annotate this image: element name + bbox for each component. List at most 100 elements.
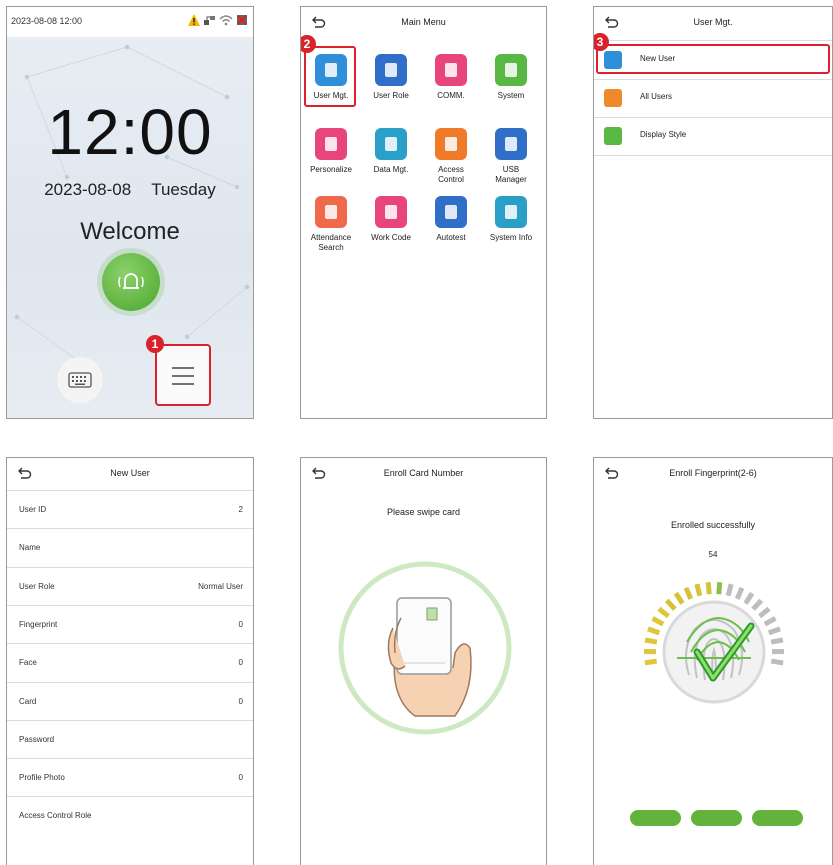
menu-button[interactable] xyxy=(155,344,211,406)
menu-item-label: Work Code xyxy=(371,233,411,242)
field-label: Access Control Role xyxy=(19,811,92,821)
header: User Mgt. xyxy=(594,7,832,39)
list-item-label: Display Style xyxy=(640,130,687,139)
selection-highlight xyxy=(304,46,356,107)
gauge-tick xyxy=(763,616,777,627)
fingerprint-gauge xyxy=(643,582,785,704)
list-item-label: All Users xyxy=(640,92,673,101)
quality-score: 54 xyxy=(708,550,718,559)
gauge-tick xyxy=(657,606,670,619)
header: New User xyxy=(7,458,253,490)
menu-item-label: USB Manager xyxy=(495,165,527,184)
menu-item-monitor[interactable]: System Info xyxy=(481,196,541,243)
field-password[interactable]: Password xyxy=(7,719,253,759)
menu-item-satellite[interactable]: COMM. xyxy=(421,54,481,101)
network-icon xyxy=(204,16,215,25)
field-label: Password xyxy=(19,734,55,744)
enroll-fingerprint-screen: Enroll Fingerprint(2-6) Enrolled success… xyxy=(593,457,833,865)
menu-item-usb[interactable]: USB Manager xyxy=(481,128,541,185)
field-value: 0 xyxy=(238,619,243,629)
gauge-tick xyxy=(770,637,784,645)
satellite-icon xyxy=(435,54,467,86)
new-user-screen: New User User ID 2 Name User Role Normal Use… xyxy=(6,457,254,865)
code-icon xyxy=(435,196,467,228)
field-label: Name xyxy=(19,543,41,553)
bell-icon xyxy=(118,273,144,289)
menu-item-label: Autotest xyxy=(436,233,466,242)
menu-item-label: COMM. xyxy=(437,91,465,100)
menu-item-document[interactable]: Work Code xyxy=(361,196,421,243)
field-user-role[interactable]: User Role Normal User xyxy=(7,566,253,606)
list-item-all-users[interactable]: All Users xyxy=(594,79,832,118)
display-style-icon xyxy=(604,127,622,145)
gear-icon xyxy=(495,54,527,86)
menu-item-gear[interactable]: System xyxy=(481,54,541,101)
wifi-icon xyxy=(219,15,233,26)
field-card[interactable]: Card 0 xyxy=(7,681,253,721)
enroll-status: Enrolled successfully xyxy=(670,520,756,530)
door-icon xyxy=(435,128,467,160)
doorbell-button[interactable] xyxy=(102,253,160,311)
gauge-tick xyxy=(767,626,781,636)
menu-item-database[interactable]: Data Mgt. xyxy=(361,128,421,175)
home-screen: 2023-08-08 12:00 12:00 2023-08-08 Tuesday… xyxy=(6,6,254,419)
field-profile-photo[interactable]: Profile Photo 0 xyxy=(7,758,253,797)
gauge-tick xyxy=(734,586,745,600)
keyboard-button[interactable] xyxy=(57,357,103,403)
field-face[interactable]: Face 0 xyxy=(7,643,253,682)
page-title: New User xyxy=(110,468,150,478)
menu-item-label: Access Control xyxy=(438,165,464,184)
progress-step xyxy=(752,810,803,826)
gauge-tick xyxy=(664,598,677,611)
clock-time: 12:00 xyxy=(47,96,213,168)
gauge-tick xyxy=(743,591,755,605)
field-label: Card xyxy=(19,696,37,706)
menu-item-label: Personalize xyxy=(310,165,352,174)
document-icon xyxy=(375,196,407,228)
keyboard-icon xyxy=(68,372,92,388)
field-name[interactable]: Name xyxy=(7,528,253,567)
gauge-tick xyxy=(705,582,712,595)
menu-item-search-doc[interactable]: Attendance Search xyxy=(301,196,361,253)
field-label: Profile Photo xyxy=(19,773,65,783)
field-user-id[interactable]: User ID 2 xyxy=(7,490,253,529)
gauge-tick xyxy=(644,637,658,645)
field-fingerprint[interactable]: Fingerprint 0 xyxy=(7,604,253,644)
menu-item-palette[interactable]: Personalize xyxy=(301,128,361,175)
field-label: Fingerprint xyxy=(19,619,58,629)
progress-step xyxy=(691,810,742,826)
users-list-icon xyxy=(604,89,622,107)
selection-highlight xyxy=(596,44,830,74)
status-bar: 2023-08-08 12:00 xyxy=(7,7,253,37)
gauge-tick xyxy=(694,583,703,597)
date-label: 2023-08-08 xyxy=(44,180,132,199)
field-access-control-role[interactable]: Access Control Role xyxy=(7,796,253,835)
page-title: User Mgt. xyxy=(693,17,733,27)
status-time: 2023-08-08 12:00 xyxy=(11,16,83,26)
list-item-new-user[interactable]: New User xyxy=(594,41,832,80)
list-item-display-style[interactable]: Display Style xyxy=(594,117,832,156)
menu-item-label: User Role xyxy=(373,91,409,100)
field-value: Normal User xyxy=(198,581,243,591)
page-title: Enroll Fingerprint(2-6) xyxy=(669,468,757,478)
gauge-tick xyxy=(683,586,694,600)
menu-item-label: System xyxy=(497,91,525,100)
page-title: Enroll Card Number xyxy=(383,468,464,478)
menu-item-code[interactable]: Autotest xyxy=(421,196,481,243)
field-label: User ID xyxy=(19,505,47,514)
gauge-tick xyxy=(673,591,685,605)
field-label: User Role xyxy=(19,581,55,591)
monitor-icon xyxy=(495,196,527,228)
shield-icon xyxy=(375,54,407,86)
user-mgt-screen: User Mgt. New User All Users Display Style… xyxy=(593,6,833,419)
menu-item-label: System Info xyxy=(489,233,533,242)
menu-item-label: Data Mgt. xyxy=(373,165,409,174)
menu-item-door[interactable]: Access Control xyxy=(421,128,481,185)
header: Enroll Card Number xyxy=(301,458,546,490)
gauge-tick xyxy=(758,606,771,619)
hamburger-menu-icon xyxy=(172,367,194,385)
header: Enroll Fingerprint(2-6) xyxy=(594,458,832,490)
gauge-tick xyxy=(644,658,658,666)
welcome-text: Welcome xyxy=(80,218,180,245)
menu-item-shield[interactable]: User Role xyxy=(361,54,421,101)
